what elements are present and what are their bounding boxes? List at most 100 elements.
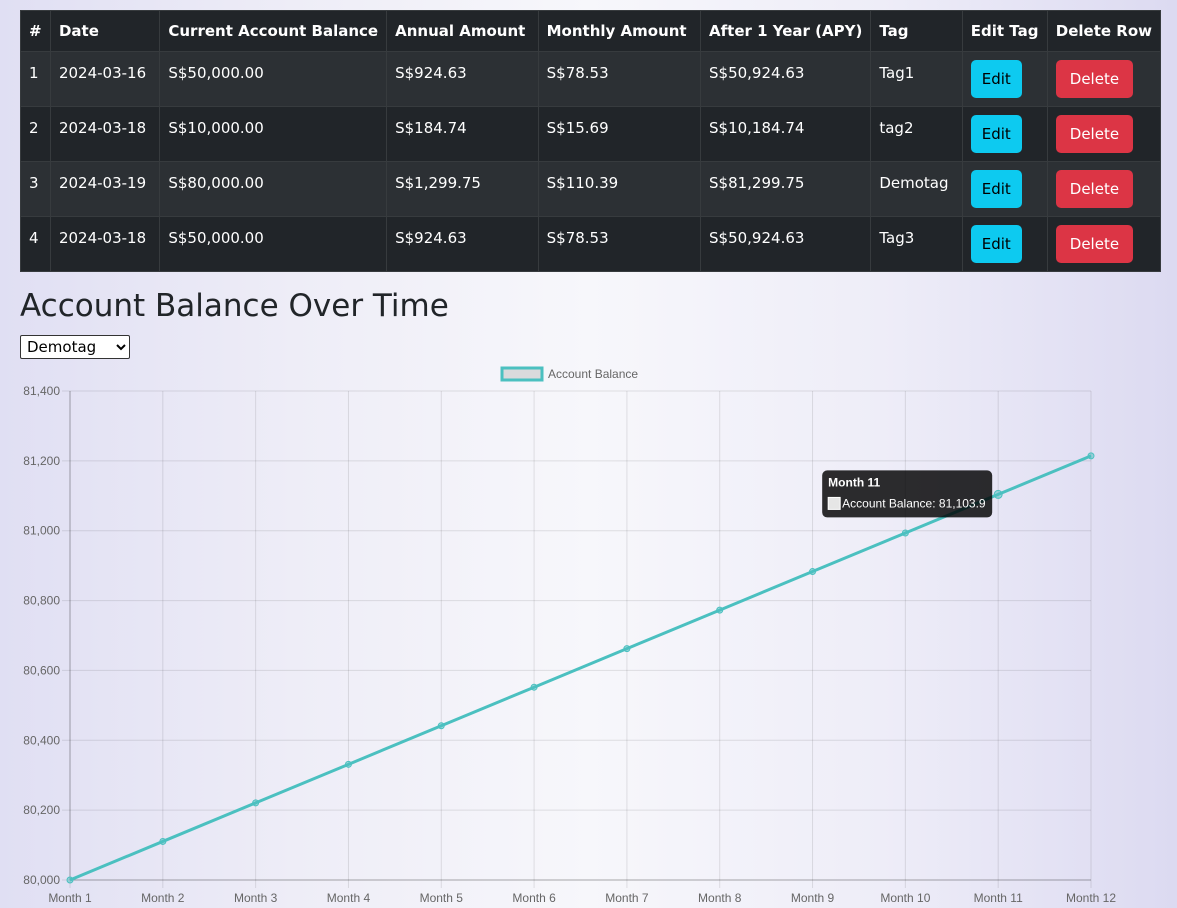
row-date: 2024-03-16 — [49, 51, 161, 107]
row-date: 2024-03-18 — [49, 106, 161, 162]
table-row: 2 2024-03-18 S$10,000.00 S$184.74 S$15.6… — [20, 106, 1162, 162]
row-after-year: S$81,299.75 — [700, 161, 872, 217]
row-number: 4 — [20, 216, 51, 272]
x-tick-label: Month 8 — [698, 891, 742, 905]
tag-filter-select[interactable]: Demotag — [20, 335, 130, 359]
x-tick-label: Month 5 — [420, 891, 464, 905]
delete-row-button[interactable]: Delete — [1055, 60, 1134, 98]
col-header-number: # — [20, 10, 51, 52]
legend-swatch[interactable] — [500, 366, 544, 382]
data-point[interactable] — [716, 606, 724, 614]
y-tick-label: 80,400 — [23, 733, 60, 747]
table-row: 1 2024-03-16 S$50,000.00 S$924.63 S$78.5… — [20, 51, 1162, 107]
data-point[interactable] — [809, 568, 817, 576]
x-tick-label: Month 2 — [141, 891, 185, 905]
edit-tag-button[interactable]: Edit — [970, 170, 1022, 208]
row-annual: S$924.63 — [386, 216, 539, 272]
delete-row-button[interactable]: Delete — [1055, 225, 1134, 263]
edit-cell: Edit — [961, 106, 1048, 162]
edit-tag-button[interactable]: Edit — [970, 115, 1022, 153]
row-number: 1 — [20, 51, 51, 107]
col-header-monthly: Monthly Amount — [537, 10, 702, 52]
data-point[interactable] — [530, 683, 538, 691]
x-tick-label: Month 3 — [234, 891, 278, 905]
col-header-date: Date — [49, 10, 161, 52]
col-header-annual: Annual Amount — [386, 10, 539, 52]
y-tick-label: 81,400 — [23, 384, 60, 398]
col-header-edit-tag: Edit Tag — [961, 10, 1048, 52]
series-line-account-balance — [69, 454, 1092, 882]
table-row: 3 2024-03-19 S$80,000.00 S$1,299.75 S$11… — [20, 161, 1162, 217]
row-after-year: S$10,184.74 — [700, 106, 872, 162]
row-tag: tag2 — [870, 106, 963, 162]
chart-axes: 80,000 80,200 80,400 80,600 80,800 81,000 81,2… — [23, 384, 1116, 905]
edit-cell: Edit — [961, 161, 1048, 217]
row-tag: Demotag — [870, 161, 963, 217]
x-tick-label: Month 9 — [791, 891, 835, 905]
row-balance: S$50,000.00 — [159, 51, 388, 107]
row-monthly: S$110.39 — [537, 161, 702, 217]
row-balance: S$80,000.00 — [159, 161, 388, 217]
legend-label[interactable]: Account Balance — [548, 367, 638, 381]
x-tick-label: Month 1 — [48, 891, 92, 905]
x-tick-label: Month 4 — [327, 891, 371, 905]
x-tick-label: Month 12 — [1066, 891, 1116, 905]
data-point[interactable] — [1087, 452, 1095, 460]
chart-legend[interactable]: Account Balance — [500, 366, 638, 382]
data-point[interactable] — [623, 645, 631, 653]
data-point[interactable] — [437, 722, 445, 730]
tooltip-swatch — [827, 496, 841, 510]
x-tick-label: Month 11 — [974, 891, 1023, 905]
col-header-tag: Tag — [870, 10, 963, 52]
y-tick-label: 80,600 — [23, 663, 60, 677]
x-tick-label: Month 7 — [605, 891, 649, 905]
row-annual: S$184.74 — [386, 106, 539, 162]
row-date: 2024-03-19 — [49, 161, 161, 217]
chart-grid — [62, 390, 1092, 888]
row-tag: Tag3 — [870, 216, 963, 272]
delete-cell: Delete — [1046, 216, 1162, 272]
data-point[interactable] — [993, 489, 1003, 499]
data-point[interactable] — [901, 529, 909, 537]
row-date: 2024-03-18 — [49, 216, 161, 272]
data-point[interactable] — [344, 760, 352, 768]
edit-tag-button[interactable]: Edit — [970, 225, 1022, 263]
delete-cell: Delete — [1046, 106, 1162, 162]
tooltip-label: Account Balance: 81,103.9 — [842, 496, 986, 510]
data-point[interactable] — [159, 837, 167, 845]
col-header-balance: Current Account Balance — [159, 10, 388, 52]
x-tick-label: Month 6 — [512, 891, 556, 905]
data-point[interactable] — [252, 799, 260, 807]
delete-row-button[interactable]: Delete — [1055, 170, 1134, 208]
y-tick-label: 81,000 — [23, 524, 60, 538]
table-header-row: # Date Current Account Balance Annual Am… — [20, 10, 1162, 52]
chart-tooltip: Month 11 Account Balance: 81,103.9 — [822, 470, 993, 518]
row-monthly: S$78.53 — [537, 216, 702, 272]
account-balance-chart: 80,000 80,200 80,400 80,600 80,800 81,000 81,2… — [23, 366, 1116, 905]
row-tag: Tag1 — [870, 51, 963, 107]
section-title: Account Balance Over Time — [20, 288, 449, 324]
row-number: 3 — [20, 161, 51, 217]
edit-tag-button[interactable]: Edit — [970, 60, 1022, 98]
y-tick-label: 81,200 — [23, 454, 60, 468]
y-tick-label: 80,000 — [23, 873, 60, 887]
y-tick-label: 80,800 — [23, 594, 60, 608]
col-header-delete-row: Delete Row — [1046, 10, 1162, 52]
row-balance: S$10,000.00 — [159, 106, 388, 162]
row-after-year: S$50,924.63 — [700, 216, 872, 272]
data-point[interactable] — [66, 876, 74, 884]
row-annual: S$1,299.75 — [386, 161, 539, 217]
row-after-year: S$50,924.63 — [700, 51, 872, 107]
y-tick-label: 80,200 — [23, 803, 60, 817]
delete-row-button[interactable]: Delete — [1055, 115, 1134, 153]
edit-cell: Edit — [961, 216, 1048, 272]
row-monthly: S$15.69 — [537, 106, 702, 162]
col-header-after-year: After 1 Year (APY) — [700, 10, 872, 52]
tooltip-title: Month 11 — [828, 475, 880, 489]
row-number: 2 — [20, 106, 51, 162]
table-row: 4 2024-03-18 S$50,000.00 S$924.63 S$78.5… — [20, 216, 1162, 272]
delete-cell: Delete — [1046, 161, 1162, 217]
accounts-table: # Date Current Account Balance Annual Am… — [20, 10, 1162, 272]
x-tick-label: Month 10 — [880, 891, 930, 905]
row-balance: S$50,000.00 — [159, 216, 388, 272]
